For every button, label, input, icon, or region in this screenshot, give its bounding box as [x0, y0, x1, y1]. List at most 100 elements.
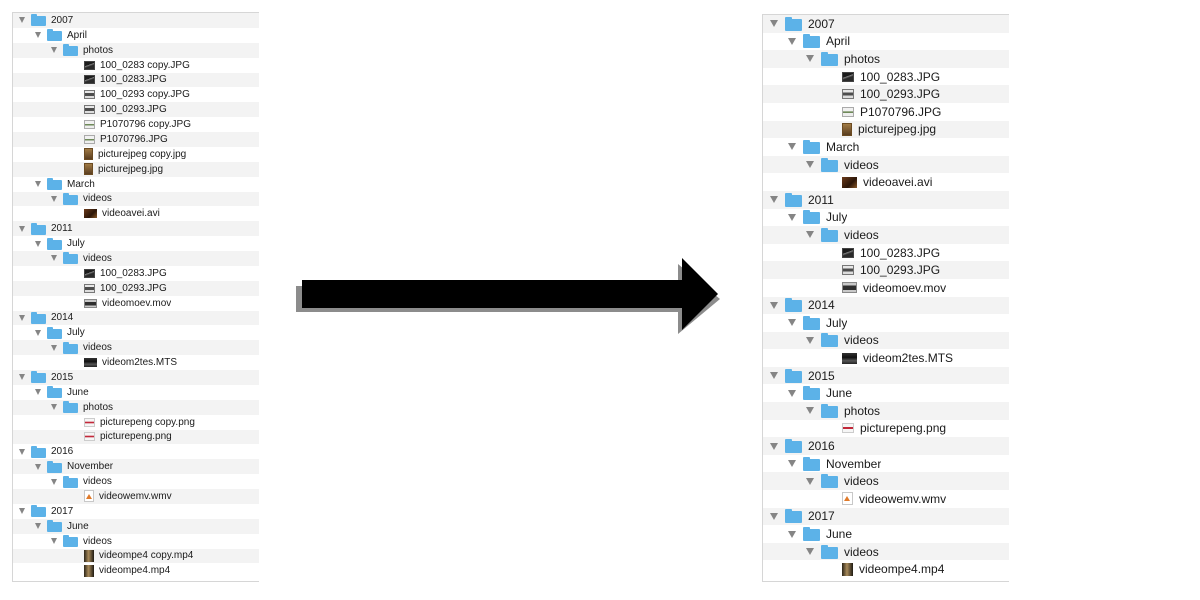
tree-row-folder[interactable]: March [13, 177, 259, 192]
tree-row-folder[interactable]: 2015 [763, 366, 1009, 385]
tree-row-file[interactable]: videom2tes.MTS [13, 355, 259, 370]
tree-row-folder[interactable]: June [763, 384, 1009, 402]
tree-row-folder[interactable]: 2017 [13, 504, 259, 519]
triangle-down-icon[interactable] [51, 255, 57, 262]
tree-row-folder[interactable]: 2015 [13, 370, 259, 385]
tree-row-folder[interactable]: March [763, 138, 1009, 156]
tree-row-folder[interactable]: photos [13, 42, 259, 58]
triangle-down-icon[interactable] [19, 374, 25, 381]
triangle-down-icon[interactable] [35, 329, 41, 336]
triangle-down-icon[interactable] [51, 195, 57, 202]
triangle-down-icon[interactable] [788, 213, 796, 221]
triangle-down-icon[interactable] [19, 448, 25, 455]
tree-row-file[interactable]: 100_0283.JPG [763, 68, 1009, 86]
triangle-down-icon[interactable] [19, 314, 25, 321]
tree-row-file[interactable]: 100_0293.JPG [13, 102, 259, 118]
tree-row-file[interactable]: videompe4.mp4 [13, 563, 259, 578]
tree-row-folder[interactable]: 2014 [13, 310, 259, 326]
tree-row-file[interactable]: videom2tes.MTS [763, 349, 1009, 367]
tree-row-folder[interactable]: 2014 [763, 296, 1009, 315]
triangle-down-icon[interactable] [770, 196, 778, 204]
tree-row-folder[interactable]: photos [763, 50, 1009, 68]
triangle-down-icon[interactable] [788, 319, 796, 327]
tree-row-folder[interactable]: photos [763, 402, 1009, 420]
tree-row-folder[interactable]: July [13, 236, 259, 251]
triangle-down-icon[interactable] [806, 336, 814, 344]
triangle-down-icon[interactable] [51, 344, 57, 351]
tree-row-file[interactable]: picturejpeg.jpg [763, 120, 1009, 139]
tree-row-folder[interactable]: videos [13, 474, 259, 489]
triangle-down-icon[interactable] [51, 478, 57, 485]
tree-row-folder[interactable]: videos [763, 472, 1009, 491]
tree-row-file[interactable]: videomoev.mov [763, 279, 1009, 297]
tree-row-folder[interactable]: videos [763, 155, 1009, 174]
tree-row-file[interactable]: videompe4.mp4 [763, 560, 1009, 578]
triangle-down-icon[interactable] [806, 161, 814, 169]
tree-row-folder[interactable]: 2011 [13, 221, 259, 237]
tree-row-file[interactable]: videomoev.mov [13, 296, 259, 311]
triangle-down-icon[interactable] [788, 530, 796, 538]
triangle-down-icon[interactable] [806, 477, 814, 485]
tree-row-folder[interactable]: videos [13, 340, 259, 356]
triangle-down-icon[interactable] [51, 404, 57, 411]
triangle-down-icon[interactable] [19, 508, 25, 515]
tree-row-folder[interactable]: June [13, 385, 259, 400]
triangle-down-icon[interactable] [19, 17, 25, 24]
tree-row-folder[interactable]: photos [13, 399, 259, 415]
triangle-down-icon[interactable] [788, 143, 796, 151]
triangle-down-icon[interactable] [51, 538, 57, 545]
tree-row-file[interactable]: 100_0293 copy.JPG [13, 87, 259, 102]
tree-row-file[interactable]: picturepeng copy.png [13, 415, 259, 430]
tree-row-file[interactable]: videowemv.wmv [763, 490, 1009, 508]
tree-row-file[interactable]: 100_0283.JPG [763, 244, 1009, 262]
tree-row-file[interactable]: 100_0283.JPG [13, 72, 259, 88]
triangle-down-icon[interactable] [51, 47, 57, 54]
tree-row-folder[interactable]: June [763, 525, 1009, 543]
tree-row-file[interactable]: videoavei.avi [13, 206, 259, 221]
triangle-down-icon[interactable] [806, 548, 814, 556]
tree-row-folder[interactable]: November [763, 455, 1009, 473]
triangle-down-icon[interactable] [770, 20, 778, 28]
tree-row-folder[interactable]: April [13, 28, 259, 43]
tree-row-file[interactable]: videompe4 copy.mp4 [13, 548, 259, 564]
tree-row-folder[interactable]: July [763, 209, 1009, 227]
tree-row-file[interactable]: P1070796 copy.JPG [13, 117, 259, 132]
triangle-down-icon[interactable] [788, 389, 796, 397]
tree-row-folder[interactable]: June [13, 518, 259, 534]
tree-row-file[interactable]: picturepeng.png [13, 429, 259, 445]
tree-row-file[interactable]: P1070796.JPG [763, 103, 1009, 121]
tree-row-file[interactable]: P1070796.JPG [13, 132, 259, 147]
tree-row-file[interactable]: 100_0283 copy.JPG [13, 58, 259, 73]
triangle-down-icon[interactable] [35, 389, 41, 396]
tree-row-file[interactable]: videowemv.wmv [13, 489, 259, 504]
tree-row-folder[interactable]: videos [13, 191, 259, 207]
triangle-down-icon[interactable] [770, 372, 778, 380]
tree-row-file[interactable]: 100_0293.JPG [13, 280, 259, 296]
tree-row-folder[interactable]: videos [763, 331, 1009, 350]
tree-row-file[interactable]: videoavei.avi [763, 173, 1009, 191]
tree-row-file[interactable]: picturejpeg copy.jpg [13, 147, 259, 162]
tree-row-folder[interactable]: April [763, 33, 1009, 51]
tree-row-folder[interactable]: videos [13, 251, 259, 266]
tree-row-folder[interactable]: 2016 [763, 437, 1009, 455]
tree-row-folder[interactable]: 2007 [763, 15, 1009, 33]
triangle-down-icon[interactable] [19, 225, 25, 232]
tree-row-file[interactable]: picturejpeg.jpg [13, 161, 259, 177]
triangle-down-icon[interactable] [35, 240, 41, 247]
tree-row-file[interactable]: 100_0283.JPG [13, 266, 259, 281]
tree-row-folder[interactable]: videos [763, 226, 1009, 244]
triangle-down-icon[interactable] [788, 37, 796, 45]
tree-row-folder[interactable]: 2007 [13, 13, 259, 28]
triangle-down-icon[interactable] [770, 442, 778, 450]
triangle-down-icon[interactable] [788, 460, 796, 468]
triangle-down-icon[interactable] [35, 523, 41, 530]
tree-row-file[interactable]: picturepeng.png [763, 420, 1009, 438]
triangle-down-icon[interactable] [35, 181, 41, 188]
tree-row-folder[interactable]: videos [763, 542, 1009, 561]
tree-row-folder[interactable]: November [13, 459, 259, 475]
tree-row-folder[interactable]: July [763, 314, 1009, 332]
tree-row-folder[interactable]: videos [13, 534, 259, 549]
triangle-down-icon[interactable] [35, 463, 41, 470]
triangle-down-icon[interactable] [806, 231, 814, 239]
tree-row-folder[interactable]: 2011 [763, 190, 1009, 209]
